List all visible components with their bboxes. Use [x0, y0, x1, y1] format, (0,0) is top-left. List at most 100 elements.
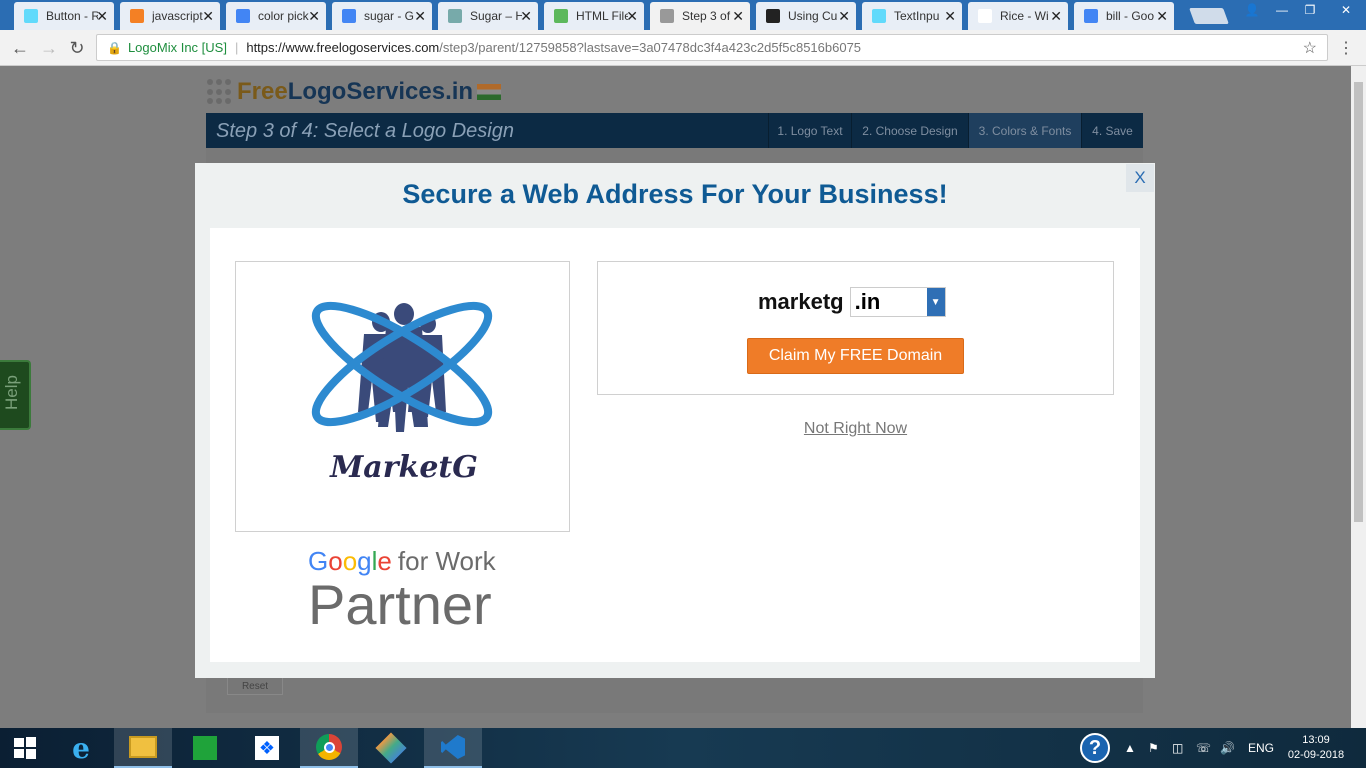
browser-tab[interactable]: bill - Goo ✕	[1074, 2, 1174, 30]
browser-menu-icon[interactable]: ⋮	[1338, 38, 1354, 58]
tab-close-icon[interactable]: ✕	[520, 8, 532, 25]
forward-arrow-icon[interactable]: →	[37, 36, 61, 60]
site-identity-label[interactable]: LogoMix Inc [US]	[128, 40, 227, 55]
tab-close-icon[interactable]: ✕	[838, 8, 850, 25]
tab-title: TextInpu	[894, 9, 940, 23]
clock[interactable]: 13:09 02-09-2018	[1286, 733, 1346, 763]
tab-title: Rice - Wi	[1000, 9, 1049, 23]
partner-label: Partner	[308, 573, 492, 636]
windows-start-icon[interactable]	[0, 728, 50, 768]
browser-tab[interactable]: Sugar – H ✕	[438, 2, 538, 30]
network-icon[interactable]: ☏	[1196, 728, 1211, 768]
brand-rest: LogoServices.in	[287, 78, 474, 105]
reset-button[interactable]: Reset	[227, 677, 283, 695]
modal-body: MarketG Google for Work Partner marketg …	[210, 228, 1140, 662]
reload-icon[interactable]: ↻	[65, 36, 89, 60]
chrome-icon[interactable]	[300, 728, 358, 768]
browser-tab[interactable]: Using Cu ✕	[756, 2, 856, 30]
step-title: Step 3 of 4: Select a Logo Design	[216, 120, 514, 142]
browser-tab[interactable]: sugar - G ✕	[332, 2, 432, 30]
tab-title: bill - Goo	[1106, 9, 1155, 23]
app-diamond-icon[interactable]	[362, 728, 420, 768]
device-icon[interactable]: ◫	[1172, 728, 1183, 768]
windows-taskbar: e ❖ ? ▲ ⚑ ◫ ☏ 🔊 ENG 13:09 02-09-2018	[0, 728, 1366, 768]
dropbox-icon[interactable]: ❖	[238, 728, 296, 768]
not-right-now-link[interactable]: Not Right Now	[597, 420, 1114, 438]
show-hidden-icons[interactable]: ▲	[1124, 728, 1136, 768]
browser-toolbar: ← → ↻ 🔒 LogoMix Inc [US] | https://www.f…	[0, 30, 1366, 66]
clock-date: 02-09-2018	[1287, 749, 1345, 761]
browser-tab[interactable]: color pick ✕	[226, 2, 326, 30]
help-tray-icon[interactable]: ?	[1080, 728, 1110, 768]
bookmark-star-icon[interactable]: ☆	[1303, 38, 1317, 58]
scrollbar-thumb[interactable]	[1354, 82, 1363, 522]
claim-domain-button[interactable]: Claim My FREE Domain	[747, 338, 964, 374]
tab-close-icon[interactable]: ✕	[96, 8, 108, 25]
tab-title: sugar - G	[364, 9, 415, 23]
tab-title: javascript	[152, 9, 203, 23]
browser-tab[interactable]: TextInpu ✕	[862, 2, 962, 30]
browser-tab[interactable]: Button - R ✕	[14, 2, 114, 30]
tab-title: color pick	[258, 9, 309, 23]
google-icon	[236, 9, 250, 23]
tab-title: Using Cu	[788, 9, 838, 23]
tld-selected-value: .in	[854, 289, 881, 314]
domain-claim-box: marketg .in ▼ Claim My FREE Domain	[597, 261, 1114, 395]
html-icon	[554, 9, 568, 23]
react-icon	[24, 9, 38, 23]
address-bar[interactable]: 🔒 LogoMix Inc [US] | https://www.freelog…	[96, 34, 1328, 61]
tab-close-icon[interactable]: ✕	[414, 8, 426, 25]
step-colors-fonts[interactable]: 3. Colors & Fonts	[968, 113, 1081, 148]
browser-tab[interactable]: javascript ✕	[120, 2, 220, 30]
browser-tab[interactable]: Step 3 of ✕	[650, 2, 750, 30]
step-choose-design[interactable]: 2. Choose Design	[851, 113, 968, 148]
logo-dots-icon	[207, 79, 233, 105]
tab-close-icon[interactable]: ✕	[202, 8, 214, 25]
store-icon[interactable]	[176, 728, 234, 768]
url-path: /step3/parent/12759858?lastsave=3a07478d…	[439, 40, 862, 55]
help-tab[interactable]: Help	[0, 360, 31, 430]
step-bar: Step 3 of 4: Select a Logo Design 1. Log…	[206, 113, 1143, 148]
react-icon	[872, 9, 886, 23]
browser-tab[interactable]: HTML File ✕	[544, 2, 644, 30]
logo-wordmark: MarketG	[329, 450, 478, 485]
page-scrollbar[interactable]	[1351, 66, 1366, 728]
help-label: Help	[2, 375, 21, 410]
url-host: https://www.freelogoservices.com	[246, 40, 440, 55]
tld-select[interactable]: .in ▼	[849, 287, 946, 317]
tab-close-icon[interactable]: ✕	[308, 8, 320, 25]
india-flag-icon	[477, 84, 502, 100]
google-for-work-partner-badge: Google for Work Partner	[308, 546, 508, 636]
domain-modal: X Secure a Web Address For Your Business…	[195, 163, 1155, 678]
back-arrow-icon[interactable]: ←	[8, 36, 32, 60]
new-tab-button[interactable]	[1189, 8, 1229, 24]
file-explorer-icon[interactable]	[114, 728, 172, 768]
step-logo-text[interactable]: 1. Logo Text	[768, 113, 851, 148]
modal-title: Secure a Web Address For Your Business!	[402, 179, 948, 209]
tab-close-icon[interactable]: ✕	[1050, 8, 1062, 25]
wikipedia-icon	[978, 9, 992, 23]
user-profile-icon[interactable]: 👤	[1240, 0, 1264, 20]
volume-icon[interactable]: 🔊	[1220, 728, 1235, 768]
tab-close-icon[interactable]: ✕	[732, 8, 744, 25]
tab-close-icon[interactable]: ✕	[626, 8, 638, 25]
tab-close-icon[interactable]: ✕	[944, 8, 956, 25]
clock-time: 13:09	[1302, 734, 1330, 746]
google-icon	[1084, 9, 1098, 23]
minimize-icon[interactable]: —	[1268, 0, 1296, 20]
business-team-logo-icon: MarketG	[311, 301, 493, 485]
browser-tab-strip: Button - R ✕ javascript ✕ color pick ✕ sugar -…	[0, 0, 1366, 30]
internet-explorer-icon[interactable]: e	[52, 728, 110, 768]
step-save[interactable]: 4. Save	[1081, 113, 1143, 148]
dropdown-arrow-icon[interactable]: ▼	[926, 288, 945, 316]
google-icon	[342, 9, 356, 23]
language-indicator[interactable]: ENG	[1248, 728, 1274, 768]
tab-close-icon[interactable]: ✕	[1156, 8, 1168, 25]
action-flag-icon[interactable]: ⚑	[1148, 728, 1159, 768]
browser-tab[interactable]: Rice - Wi ✕	[968, 2, 1068, 30]
window-close-icon[interactable]: ✕	[1326, 0, 1366, 20]
brand-free: Free	[237, 78, 288, 105]
site-logo[interactable]: Free LogoServices.in	[207, 78, 502, 106]
restore-icon[interactable]: ❐	[1296, 0, 1324, 20]
vscode-icon[interactable]	[424, 728, 482, 768]
